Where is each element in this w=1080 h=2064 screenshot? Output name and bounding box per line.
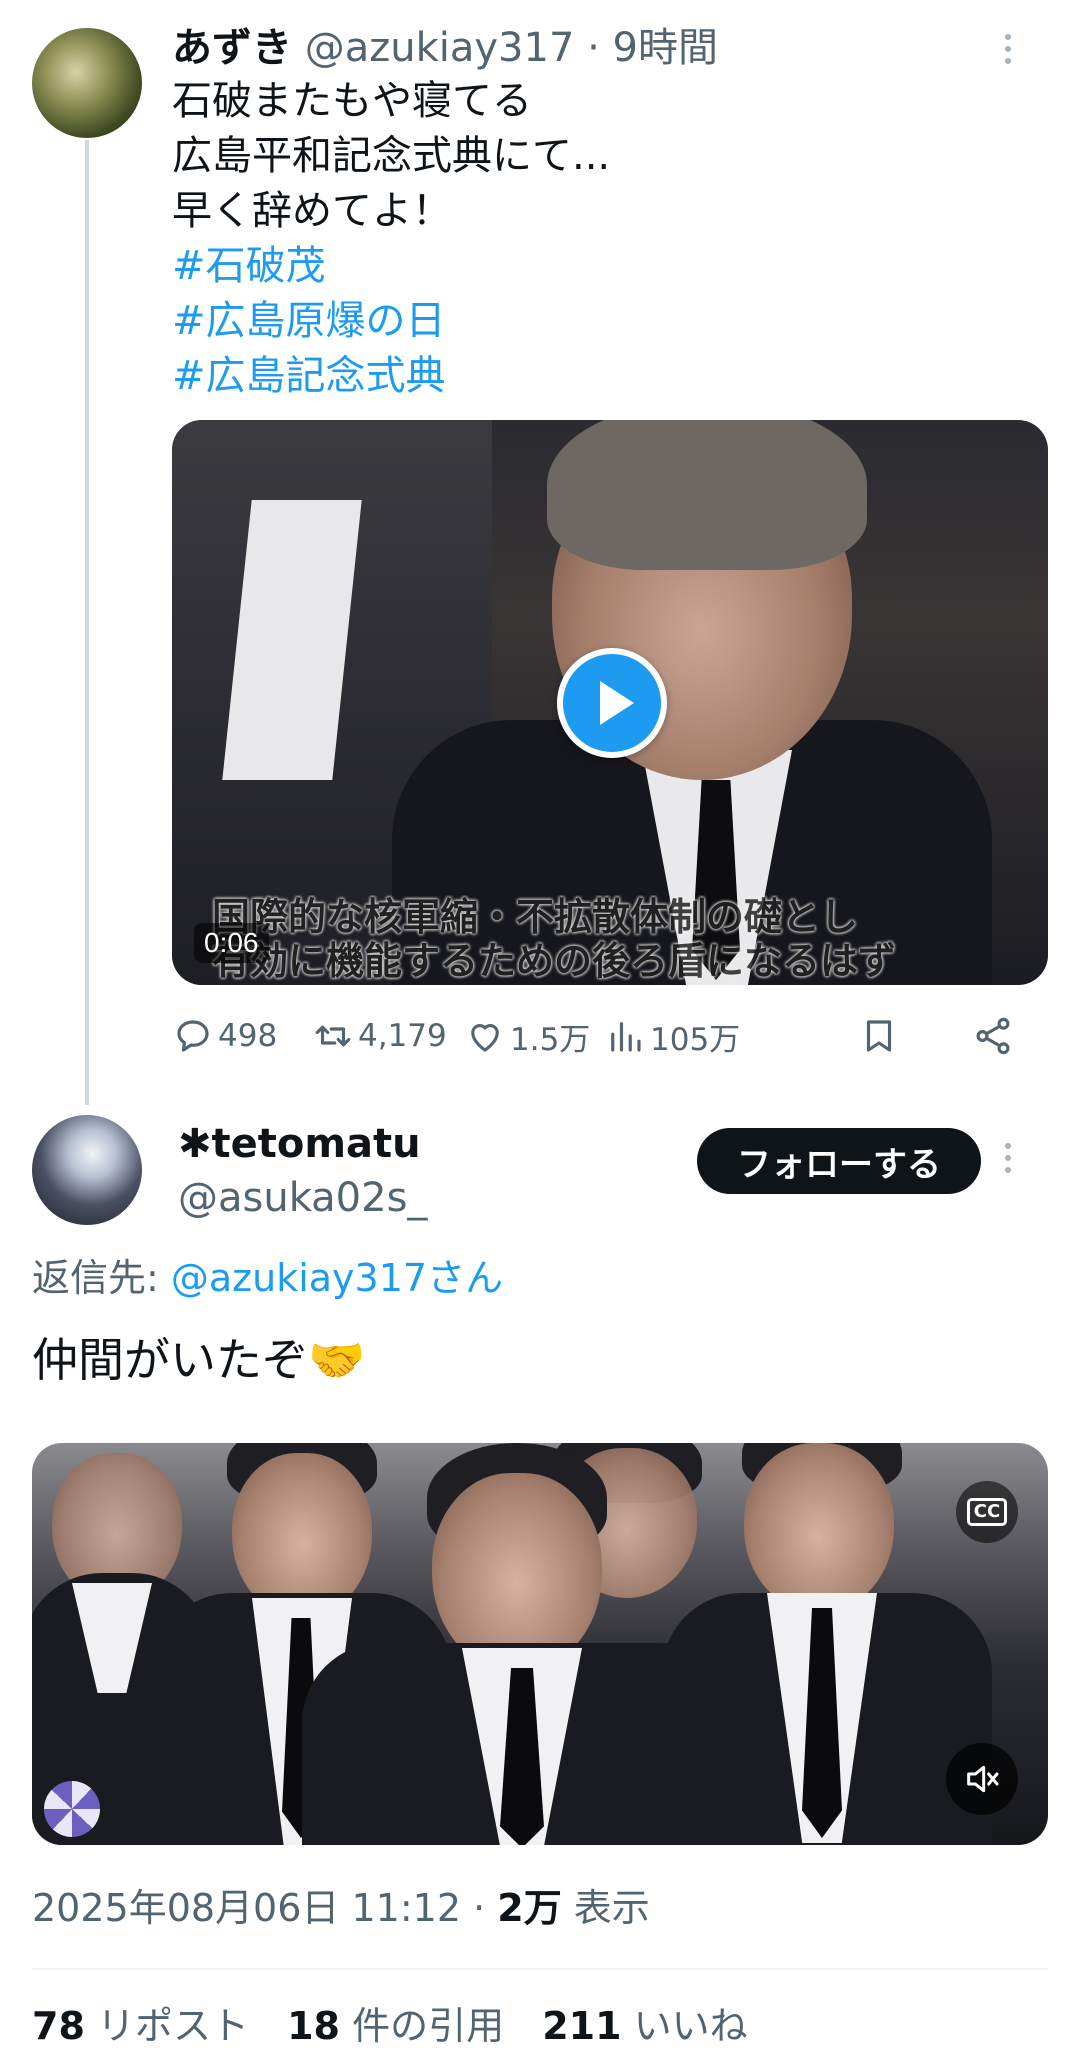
repost-arrows-icon (315, 1025, 351, 1047)
reply-count: 498 (218, 1018, 278, 1054)
likes-count: 211 (542, 2004, 622, 2048)
tweet1-video[interactable]: 国際的な核軍縮・不拡散体制の礎とし 有効に機能するための後ろ盾になるはず 0:0… (172, 420, 1048, 985)
follow-button[interactable]: フォローする (697, 1128, 981, 1194)
engagement-stats: 78 リポスト 18 件の引用 211 いいね (32, 1998, 748, 2054)
replying-to: 返信先: @azukiay317さん (32, 1252, 503, 1304)
play-icon[interactable] (557, 648, 667, 758)
reposts-stat[interactable]: 78 リポスト (32, 2004, 249, 2048)
tweet1-line: 石破またもや寝てる (172, 78, 532, 124)
video-frame-figure (32, 1443, 1048, 1845)
closed-captions-icon[interactable]: CC (956, 1481, 1018, 1543)
hashtag-link[interactable]: #石破茂 (172, 239, 610, 294)
reposts-count: 78 (32, 2004, 85, 2048)
tweet1-text: 石破またもや寝てる 広島平和記念式典にて... 早く辞めてよ！ #石破茂 #広島… (172, 74, 610, 404)
quotes-label: 件の引用 (352, 2004, 505, 2048)
bookmark-icon (866, 1020, 892, 1052)
share-icon (976, 1017, 1010, 1055)
likes-label: いいね (633, 2004, 748, 2048)
speaker-glyph (967, 1765, 999, 1793)
like-count: 1.5万 (510, 1021, 591, 1058)
video-frame-figure (547, 420, 867, 570)
reply-to-handle-link[interactable]: @azukiay317さん (171, 1256, 503, 1300)
reply-button[interactable]: 498 (172, 1008, 277, 1064)
repost-count: 4,179 (358, 1018, 447, 1054)
muted-speaker-icon[interactable] (946, 1743, 1018, 1815)
more-dots-icon[interactable] (1003, 34, 1013, 64)
tweet2-video[interactable]: CC (32, 1443, 1048, 1845)
reply-prefix: 返信先: (32, 1256, 171, 1300)
tweet1-handle[interactable]: @azukiay317 (305, 25, 575, 71)
view-count-total: 2万 (497, 1886, 562, 1930)
cc-label: CC (966, 1498, 1008, 1526)
likes-stat[interactable]: 211 いいね (542, 2004, 747, 2048)
bar-chart-icon (611, 1022, 641, 1052)
like-button[interactable]: 1.5万 (464, 1008, 590, 1064)
quotes-count: 18 (287, 2004, 340, 2048)
reply-bubble-icon (177, 1020, 209, 1052)
view-label: 表示 (561, 1886, 650, 1930)
tweet1-action-bar: 498 4,179 1.5万 105万 (172, 1008, 1048, 1064)
avatar-tetomatu[interactable] (32, 1115, 142, 1225)
tweet2-timestamp: 2025年08月06日 11:12 · 2万 表示 (32, 1880, 650, 1936)
tweet2-display-name[interactable]: ✱tetomatu (178, 1118, 421, 1170)
tweet1-time-ago[interactable]: 9時間 (613, 25, 718, 71)
tweet2-text: 仲間がいたぞ🤝 (32, 1333, 366, 1387)
quotes-stat[interactable]: 18 件の引用 (287, 2004, 504, 2048)
video-duration: 0:06 (194, 923, 269, 963)
divider (32, 1968, 1048, 1970)
tweet1-line: 広島平和記念式典にて... (172, 133, 611, 179)
hashtag-link[interactable]: #広島原爆の日 (172, 294, 610, 349)
more-dots-icon[interactable] (1003, 1143, 1013, 1173)
view-count: 105万 (650, 1021, 741, 1058)
hashtag-link[interactable]: #広島記念式典 (172, 349, 610, 404)
heart-icon (471, 1024, 499, 1052)
share-button[interactable] (972, 1008, 1018, 1064)
tweet1-header: あずき @azukiay317 · 9時間 (172, 22, 718, 74)
video-burned-subtitles: 国際的な核軍縮・不拡散体制の礎とし 有効に機能するための後ろ盾になるはず (172, 895, 1048, 985)
tweet1-line: 早く辞めてよ！ (172, 188, 452, 234)
timestamp-separator: · (461, 1886, 498, 1930)
ribbon-badge (44, 1781, 100, 1837)
repost-button[interactable]: 4,179 (312, 1008, 447, 1064)
tweet1-display-name[interactable]: あずき (172, 25, 292, 71)
subtitle-line: 国際的な核軍縮・不拡散体制の礎とし (212, 895, 859, 939)
post-datetime[interactable]: 2025年08月06日 11:12 (32, 1886, 461, 1930)
avatar-azuki[interactable] (32, 28, 142, 138)
header-separator: · (587, 25, 600, 71)
tweet2-handle[interactable]: @asuka02s_ (178, 1172, 427, 1224)
views-button[interactable]: 105万 (604, 1008, 740, 1064)
thread-connector-line (85, 140, 89, 1105)
reposts-label: リポスト (96, 2004, 249, 2048)
subtitle-line: 有効に機能するための後ろ盾になるはず (212, 938, 897, 983)
bookmark-button[interactable] (858, 1008, 904, 1064)
